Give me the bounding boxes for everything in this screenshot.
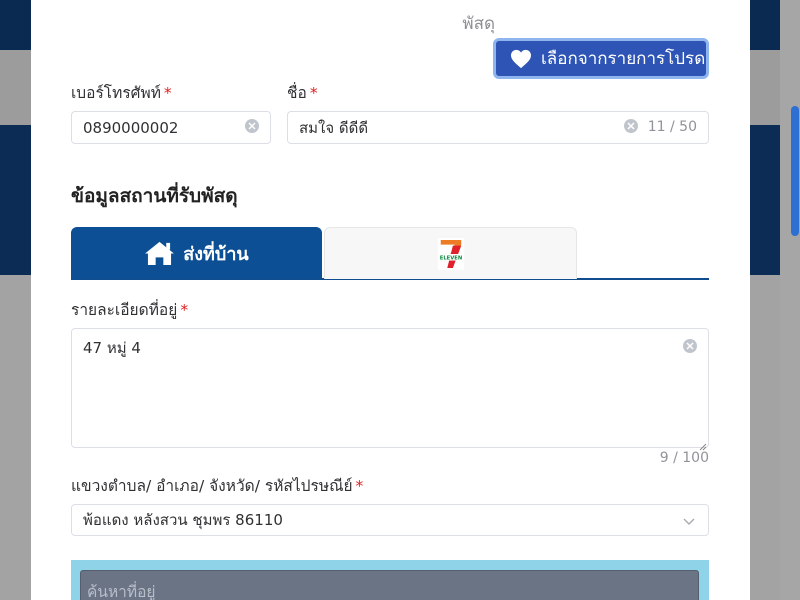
required-asterisk: * <box>355 477 364 495</box>
address-search-panel: ค้นหาที่อยู่ <box>71 560 709 600</box>
tab-deliver-home[interactable]: ส่งที่บ้าน <box>71 227 322 279</box>
name-char-counter: 11 / 50 <box>647 119 697 135</box>
svg-text:ELEVEN: ELEVEN <box>439 255 461 261</box>
scrollbar-thumb[interactable] <box>791 106 799 236</box>
delivery-method-tabs: ส่งที่บ้าน ELEVEN <box>71 227 709 280</box>
resize-handle-icon[interactable] <box>698 437 707 451</box>
seven-eleven-logo: ELEVEN <box>437 236 465 272</box>
tab-home-label: ส่งที่บ้าน <box>183 243 249 265</box>
chevron-down-icon <box>682 514 696 528</box>
name-label: ชื่อ * <box>287 80 318 105</box>
home-icon <box>144 240 175 266</box>
required-asterisk: * <box>180 301 189 319</box>
choose-from-favorites-button[interactable]: เลือกจากรายการโปรด <box>493 38 709 79</box>
required-asterisk: * <box>163 84 172 102</box>
name-input[interactable]: สมใจ ดีดีดี 11 / 50 <box>287 111 709 144</box>
favorites-button-label: เลือกจากรายการโปรด <box>541 49 706 69</box>
tab-7eleven[interactable]: ELEVEN <box>324 227 577 279</box>
clear-phone-icon[interactable] <box>245 119 259 133</box>
phone-value: 0890000002 <box>83 118 179 137</box>
pickup-section-title: ข้อมูลสถานที่รับพัสดุ <box>71 185 238 207</box>
phone-input[interactable]: 0890000002 <box>71 111 271 144</box>
region-label: แขวงตำบล/ อำเภอ/ จังหวัด/ รหัสไปรษณีย์ * <box>71 473 363 498</box>
name-label-text: ชื่อ <box>287 84 307 102</box>
clear-name-icon[interactable] <box>624 119 638 133</box>
recipient-dialog: พัสดุ เลือกจากรายการโปรด เบอร์โทรศัพท์ * … <box>31 0 750 600</box>
clear-address-icon[interactable] <box>683 339 697 353</box>
phone-label-text: เบอร์โทรศัพท์ <box>71 84 161 102</box>
name-value: สมใจ ดีดีดี <box>299 118 369 137</box>
address-label: รายละเอียดที่อยู่ * <box>71 297 188 322</box>
address-label-text: รายละเอียดที่อยู่ <box>71 301 178 319</box>
region-label-text: แขวงตำบล/ อำเภอ/ จังหวัด/ รหัสไปรษณีย์ <box>71 477 353 495</box>
address-char-counter: 9 / 100 <box>659 450 709 466</box>
heart-icon <box>510 49 532 69</box>
address-search-input[interactable]: ค้นหาที่อยู่ <box>80 570 699 600</box>
address-textarea[interactable]: 47 หมู่ 4 <box>71 328 709 451</box>
region-select[interactable]: พ้อแดง หลังสวน ชุมพร 86110 <box>71 504 709 536</box>
required-asterisk: * <box>309 84 318 102</box>
phone-label: เบอร์โทรศัพท์ * <box>71 80 172 105</box>
region-value: พ้อแดง หลังสวน ชุมพร 86110 <box>83 511 283 529</box>
scrollbar-track[interactable] <box>780 0 800 600</box>
address-value: 47 หมู่ 4 <box>83 339 141 357</box>
parcel-label: พัสดุ <box>462 14 495 34</box>
